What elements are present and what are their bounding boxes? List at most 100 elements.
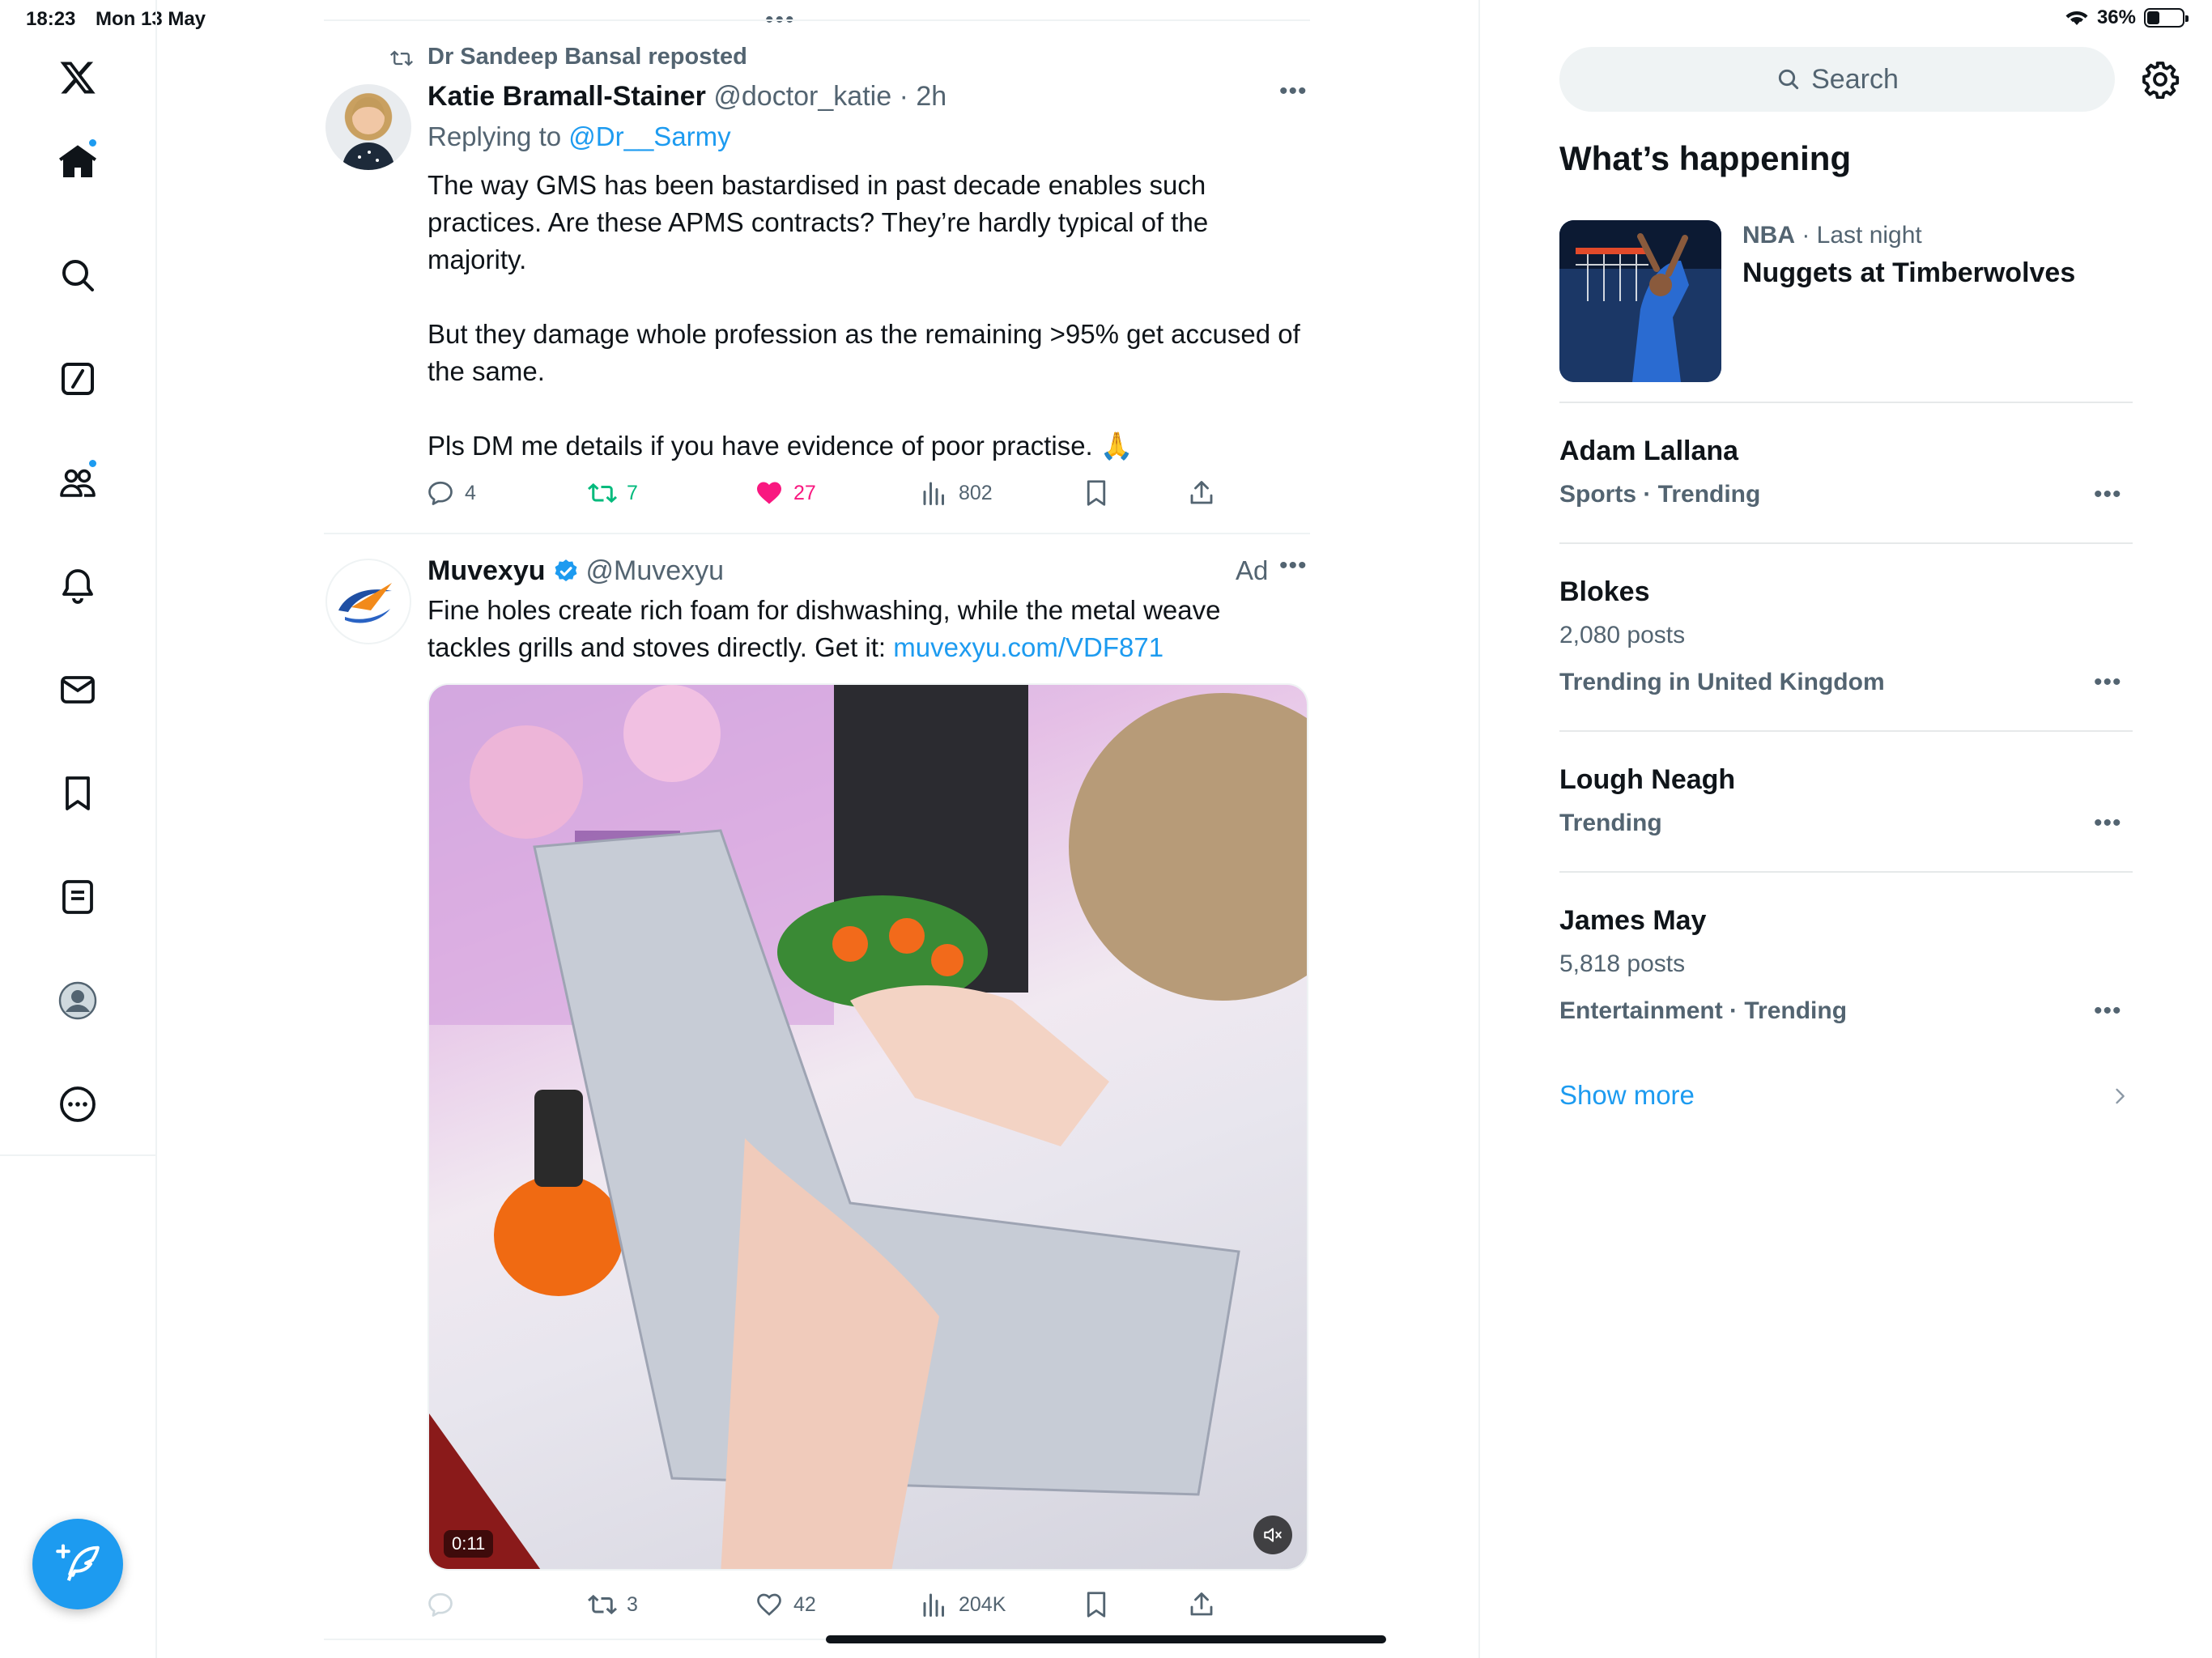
trend-title: Blokes (1559, 576, 1650, 607)
speaker-muted-icon (1264, 1528, 1282, 1542)
tweet2-view-count: 204K (959, 1592, 1006, 1616)
nav-divider (0, 1154, 157, 1156)
trend-divider (1559, 542, 2133, 544)
tweet2-repost-button[interactable]: 3 (588, 1590, 638, 1619)
tweet1-like-count: 27 (793, 481, 816, 504)
whats-happening-title: What’s happening (1559, 139, 1852, 177)
tweet2-handle[interactable]: @Muvexyu (586, 555, 725, 587)
notifications-icon[interactable] (45, 554, 110, 619)
trend-meta: Trending (1559, 810, 1662, 836)
tweet1-paragraph-1: The way GMS has been bastardised in past… (428, 170, 1209, 274)
tweet1-view-count: 802 (959, 481, 993, 504)
trend-divider (1559, 402, 2133, 403)
tweet1-replying: Replying to @Dr__Sarmy (428, 121, 731, 152)
search-bar[interactable]: Search (1559, 47, 2115, 112)
featured-trend-category: NBA (1742, 222, 1795, 249)
chevron-right-icon (2116, 1088, 2125, 1104)
tweet1-bookmark-button[interactable] (1082, 478, 1111, 508)
tweet1-body: The way GMS has been bastardised in past… (428, 167, 1310, 465)
tweet2-views-button[interactable]: 204K (920, 1590, 1006, 1619)
more-icon[interactable] (45, 1072, 110, 1137)
profile-avatar-icon[interactable] (45, 968, 110, 1033)
repost-icon (588, 483, 617, 504)
trend-divider (1559, 730, 2133, 732)
featured-trend-image (1559, 220, 1721, 382)
messages-icon[interactable] (45, 657, 110, 722)
trend-divider (1559, 871, 2133, 873)
trend-more-icon[interactable]: ••• (2094, 669, 2122, 696)
repost-small-icon (390, 50, 413, 66)
home-icon[interactable] (45, 130, 110, 194)
tweet1-repost-button[interactable]: 7 (588, 478, 638, 508)
tweet2-like-button[interactable]: 42 (755, 1590, 816, 1619)
reply-icon (428, 481, 453, 505)
tweet2-like-count: 42 (793, 1592, 816, 1616)
video-scene-illustration (429, 685, 1307, 1569)
tweet1-repost-count: 7 (627, 481, 638, 504)
trend-title: Lough Neagh (1559, 764, 1736, 795)
search-placeholder: Search (1811, 63, 1899, 95)
katie-avatar-figure (342, 97, 395, 170)
basketball-photo (1559, 220, 1721, 382)
tweet1-handle[interactable]: @doctor_katie (713, 81, 891, 112)
tweet2-share-button[interactable] (1187, 1590, 1216, 1619)
tweet2-author[interactable]: Muvexyu (428, 555, 546, 587)
tweet2-link[interactable]: muvexyu.com/VDF871 (893, 632, 1163, 662)
replying-to-link[interactable]: @Dr__Sarmy (568, 121, 730, 151)
trend-meta: Sports · Trending (1559, 481, 1761, 508)
trend-meta: Trending in United Kingdom (1559, 669, 1885, 695)
video-mute-button[interactable] (1253, 1516, 1292, 1554)
tweet1-reply-button[interactable]: 4 (426, 478, 476, 508)
show-more-label: Show more (1559, 1080, 1695, 1110)
trend-posts: 2,080 posts (1559, 622, 1686, 648)
tweet1-header: Katie Bramall-Stainer @doctor_katie · 2h (428, 81, 946, 113)
tweet1-like-button[interactable]: 27 (755, 478, 816, 508)
featured-trend-time: · Last night (1802, 222, 1922, 249)
bookmarks-icon[interactable] (45, 761, 110, 826)
repost-label[interactable]: Dr Sandeep Bansal reposted (428, 44, 747, 70)
replying-prefix: Replying to (428, 121, 562, 151)
settings-gear-icon[interactable] (2141, 60, 2180, 99)
featured-trend-meta: NBA · Last night (1742, 222, 1922, 249)
tweet2-repost-count: 3 (627, 1592, 638, 1616)
tweet1-time[interactable]: · 2h (900, 81, 947, 112)
tweet1-share-button[interactable] (1187, 478, 1216, 508)
katie-avatar[interactable] (325, 84, 411, 170)
tweet-divider (324, 533, 1310, 534)
home-indicator[interactable] (826, 1635, 1386, 1643)
bookmark-icon (1087, 1592, 1106, 1618)
tweet2-reply-button[interactable] (426, 1590, 465, 1619)
tweet1-more-icon[interactable]: ••• (1279, 78, 1308, 105)
trend-more-icon[interactable]: ••• (2094, 481, 2122, 508)
communities-icon[interactable] (45, 450, 110, 515)
communities-notification-dot (87, 458, 98, 469)
video-timer: 0:11 (444, 1530, 494, 1558)
compose-post-button[interactable] (32, 1519, 123, 1609)
trend-more-icon[interactable]: ••• (2094, 810, 2122, 837)
tweet1-paragraph-3: Pls DM me details if you have evidence o… (428, 431, 1134, 461)
ad-label: Ad (1236, 555, 1269, 585)
tweet1-author[interactable]: Katie Bramall-Stainer (428, 81, 706, 112)
grok-icon[interactable] (45, 346, 110, 411)
trend-title: James May (1559, 905, 1707, 936)
search-icon[interactable] (45, 243, 110, 308)
heart-filled-icon (757, 482, 781, 504)
repost-icon (588, 1594, 617, 1615)
tweet2-more-icon[interactable]: ••• (1279, 552, 1308, 580)
tweet2-header: Muvexyu @Muvexyu (428, 555, 724, 587)
compose-feather-icon (56, 1544, 100, 1581)
left-nav (0, 0, 157, 1658)
muvexyu-avatar[interactable] (325, 559, 411, 644)
tweet1-views-button[interactable]: 802 (920, 478, 993, 508)
lists-icon[interactable] (45, 865, 110, 929)
tweet2-body: Fine holes create rich foam for dishwash… (428, 592, 1302, 666)
x-logo-icon[interactable] (45, 45, 110, 110)
tweet1-paragraph-2: But they damage whole profession as the … (428, 319, 1300, 386)
tweet2-bookmark-button[interactable] (1082, 1590, 1111, 1619)
bookmark-icon (1087, 480, 1106, 506)
trend-more-icon[interactable]: ••• (2094, 997, 2122, 1025)
search-icon (1778, 69, 1799, 90)
muvexyu-logo-icon (338, 583, 392, 623)
tweet2-video[interactable]: 0:11 (428, 683, 1308, 1571)
trend-posts: 5,818 posts (1559, 950, 1686, 977)
